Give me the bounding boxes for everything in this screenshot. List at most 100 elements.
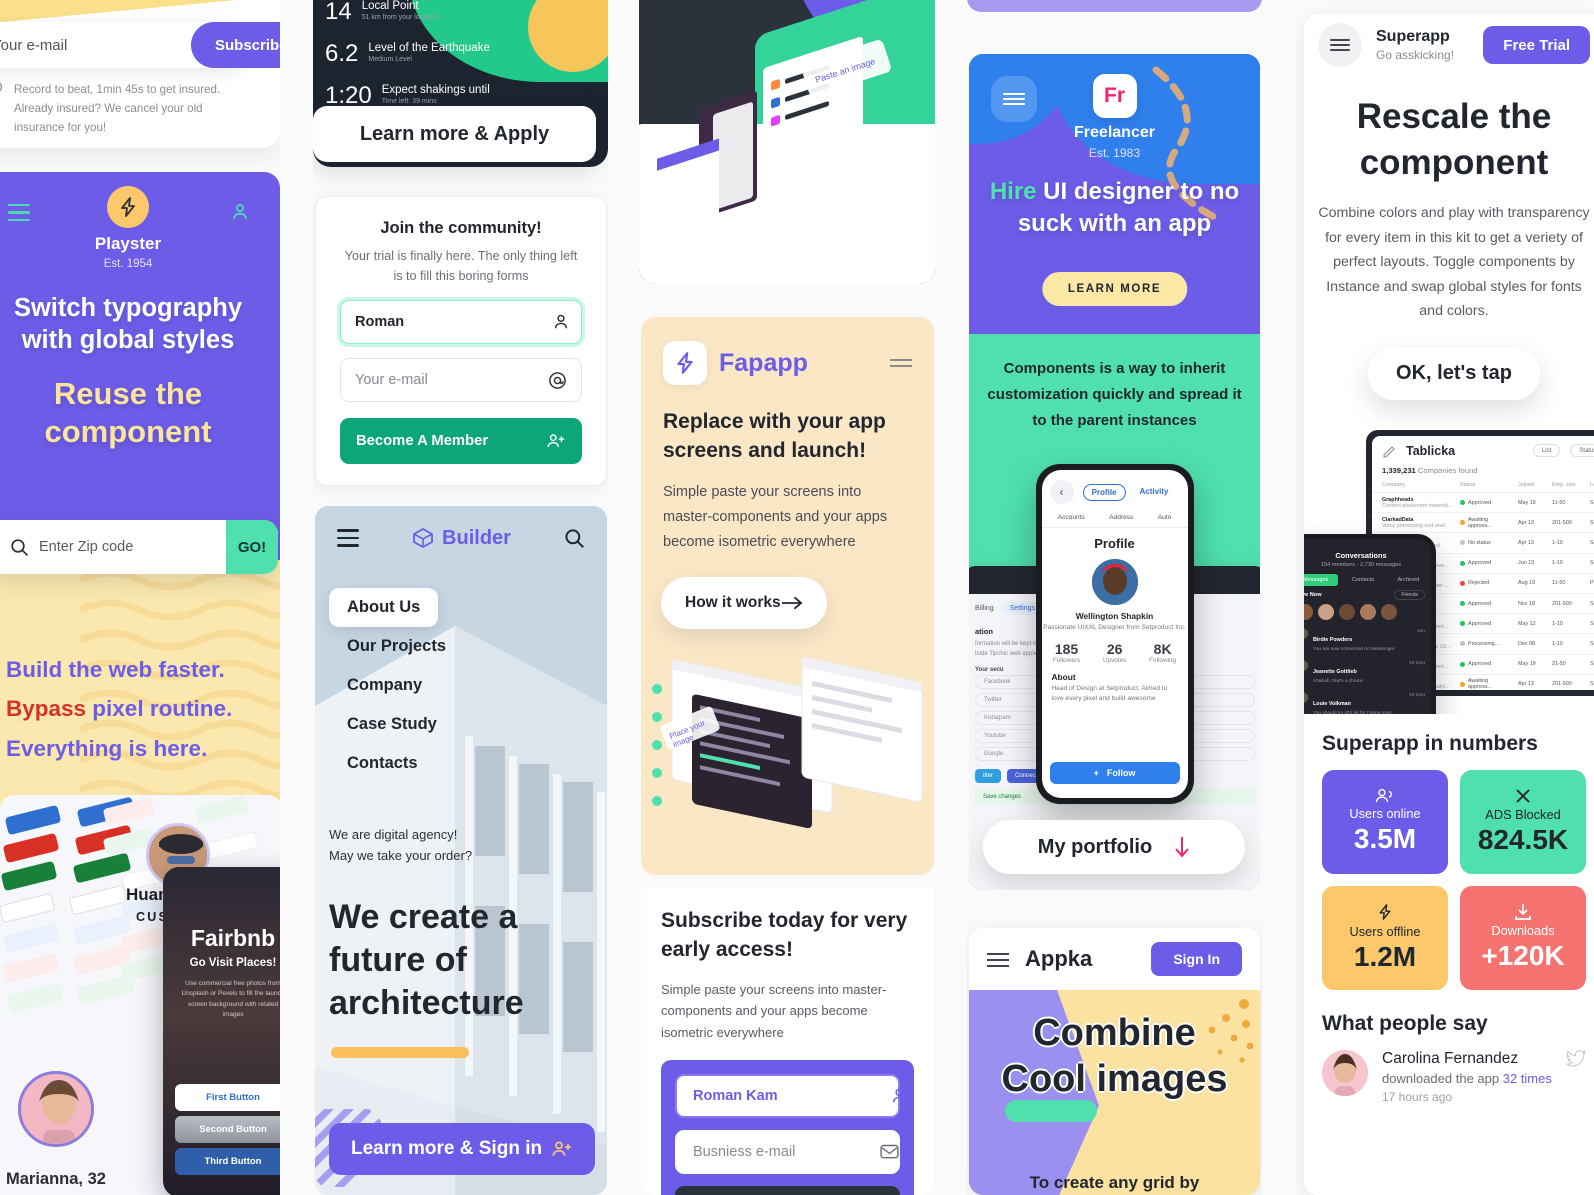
review-body: Carolina Fernandez downloaded the app 32… (1382, 1050, 1552, 1104)
chip (2, 922, 60, 954)
list-item[interactable]: Birdie Powders You are now connected on M… (1304, 624, 1431, 656)
business-email-input[interactable] (693, 1143, 880, 1160)
table-row[interactable]: Graphheads Content placement material... A… (1372, 492, 1594, 512)
badge-icon (0, 80, 4, 137)
tab-contacts[interactable]: Contacts (1340, 574, 1385, 586)
appka-headline-line1: Combine (1033, 1012, 1196, 1054)
tab-profile[interactable]: Profile (1082, 483, 1126, 501)
hamburger-icon[interactable] (987, 951, 1009, 967)
name-field[interactable] (340, 300, 582, 345)
go-button[interactable]: GO! (226, 520, 278, 574)
chevron-left-icon[interactable]: ‹ (1049, 480, 1074, 504)
avatar[interactable] (1381, 603, 1397, 620)
become-member-button[interactable]: Become A Member (340, 418, 582, 465)
my-portfolio-label: My portfolio (1037, 835, 1153, 858)
table-row[interactable]: ClarkadData Voice processing and anal... A… (1372, 512, 1594, 532)
email-input[interactable] (0, 36, 191, 54)
nav-item-case-study[interactable]: Case Study (329, 705, 529, 744)
hero-subheadline: Reuse the component (44, 375, 212, 449)
filter-list[interactable]: List (1532, 444, 1561, 458)
name-input[interactable] (355, 314, 552, 331)
email-input[interactable] (355, 372, 548, 389)
tab-archived[interactable]: Archived (1386, 574, 1431, 586)
promo-line-3: Everything is here. (6, 735, 208, 761)
avatar[interactable] (1339, 603, 1355, 620)
appka-subheadline: To create any grid by (1029, 1173, 1200, 1192)
name-field[interactable] (675, 1073, 906, 1118)
learn-signin-button[interactable]: Learn more & Sign in (329, 1123, 595, 1175)
hamburger-icon[interactable] (991, 76, 1037, 122)
eq-value: 1:20 (325, 82, 372, 109)
action-link[interactable]: 32 times (1503, 1071, 1552, 1086)
friends-filter[interactable]: Friends (1394, 589, 1425, 600)
conversations-screen: Conversations 154 members · 2,730 messag… (1304, 538, 1431, 714)
email-field[interactable] (340, 358, 582, 403)
nav-item-contacts[interactable]: Contacts (329, 744, 529, 783)
filter-status[interactable]: Status (1570, 444, 1594, 458)
learn-more-button[interactable]: LEARN MORE (1041, 272, 1188, 306)
fairbnb-button-3[interactable]: Third Button (175, 1148, 280, 1175)
builder-brand: Builder (412, 527, 511, 550)
tab-messages[interactable]: Messages (1304, 573, 1339, 586)
avatar[interactable] (1360, 603, 1376, 620)
follow-button[interactable]: + Follow (1049, 762, 1180, 784)
nav-item-about-us[interactable]: About Us (329, 588, 439, 627)
phone-topbar: ‹ Profile Activity (1042, 470, 1188, 510)
agency-line-2: May we take your order? (329, 848, 473, 864)
tablicka-header: Tablicka List Status Lo (1372, 436, 1594, 466)
hamburger-icon[interactable] (337, 529, 359, 547)
subscribe-button[interactable]: Subscribe (191, 22, 280, 68)
avatar[interactable] (1318, 603, 1334, 620)
tile-label: Downloads (1491, 923, 1555, 939)
name-input[interactable] (693, 1087, 890, 1104)
tile-users-offline[interactable]: Users offline 1.2M (1322, 885, 1448, 990)
list-item[interactable]: Jeanette Gottlieb Ahahah, that's a choice… (1304, 656, 1431, 688)
twitter-chip[interactable]: itter (975, 769, 1002, 784)
learn-more-apply-button[interactable]: Learn more & Apply (313, 106, 596, 162)
cube-icon (412, 527, 434, 549)
zip-input[interactable] (39, 539, 226, 555)
subscribe-today-card: Subscribe today for very early access! S… (641, 888, 934, 1195)
nav-accounts[interactable]: Accounts (1058, 514, 1085, 521)
fairbnb-phone-mock: Fairbnb Go Visit Places! Use commercial … (163, 867, 280, 1195)
action-prefix: downloaded the app (1382, 1070, 1503, 1086)
list-item[interactable]: Louie Volkman You should try iOS kit for … (1304, 688, 1431, 714)
free-trial-button[interactable]: Free Trial (1483, 26, 1590, 64)
my-portfolio-button[interactable]: My portfolio (983, 820, 1245, 874)
earthquake-row: 6.2 Level of the Earthquake Medium Level (325, 42, 490, 66)
tile-ads-blocked[interactable]: ADS Blocked 824.5K (1460, 769, 1586, 874)
search-now-button[interactable]: Search now (675, 1185, 900, 1195)
user-icon[interactable] (230, 202, 250, 222)
builder-header: Builder (315, 506, 607, 570)
tile-value: 824.5K (1477, 824, 1569, 856)
nav-item-our-projects[interactable]: Our Projects (329, 627, 529, 666)
tab-activity[interactable]: Activity (1132, 484, 1177, 501)
ok-lets-tap-button[interactable]: OK, let's tap (1368, 347, 1540, 400)
hamburger-icon[interactable] (8, 204, 30, 226)
tile-downloads[interactable]: Downloads +120K (1460, 885, 1586, 990)
fairbnb-button-2[interactable]: Second Button (175, 1116, 280, 1143)
hamburger-icon[interactable] (890, 356, 912, 370)
avatar[interactable] (1304, 603, 1313, 620)
close-icon (1514, 787, 1532, 805)
pencil-icon[interactable] (1382, 444, 1396, 458)
sign-in-button[interactable]: Sign In (1151, 942, 1242, 976)
tile-label: Users online (1349, 806, 1421, 822)
fapapp-brand-name: Fapapp (719, 348, 808, 377)
col-company: Company (1382, 482, 1406, 489)
nav-address[interactable]: Address (1109, 514, 1133, 521)
fairbnb-button-1[interactable]: First Button (175, 1084, 280, 1111)
nav-auto[interactable]: Auto (1158, 514, 1172, 521)
nav-item-company[interactable]: Company (329, 666, 529, 705)
stat-value: 26 (1106, 640, 1123, 657)
column-superapp: Superapp Go asskicking! Free Trial Resca… (1296, 0, 1594, 1195)
search-icon[interactable] (564, 528, 585, 549)
hamburger-icon[interactable] (1318, 23, 1362, 67)
earthquake-row: 14 Local Point 51 km from your location (325, 0, 438, 24)
tile-value: 3.5M (1353, 823, 1417, 855)
dash-tab-billing[interactable]: Billing (975, 605, 994, 612)
tile-users-online[interactable]: Users online 3.5M (1322, 769, 1448, 874)
phone-title: Profile (1094, 536, 1135, 551)
chip (68, 884, 128, 916)
business-email-field[interactable] (675, 1129, 900, 1174)
